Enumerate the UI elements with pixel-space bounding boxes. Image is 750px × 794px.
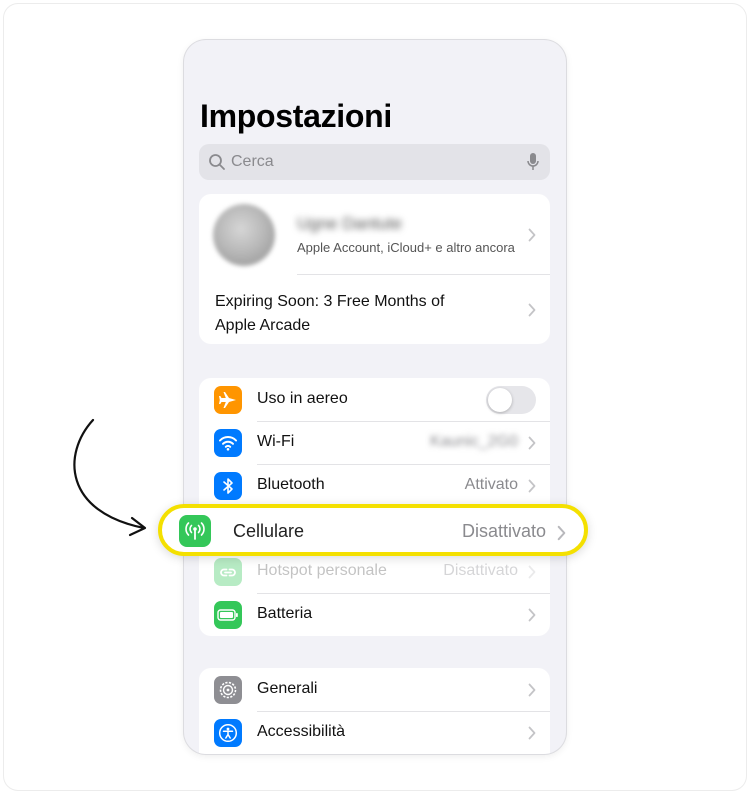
row-label: Generali <box>257 680 318 697</box>
account-card: Ugne Dantute Apple Account, iCloud+ e al… <box>199 194 550 344</box>
row-airplane-mode[interactable]: Uso in aereo <box>199 378 550 421</box>
row-bluetooth[interactable]: Bluetooth Attivato <box>199 464 550 507</box>
row-value: Attivato <box>464 476 518 493</box>
chevron-right-icon <box>528 565 536 579</box>
battery-icon <box>214 601 242 629</box>
page-title: Impostazioni <box>200 98 392 134</box>
search-bar[interactable] <box>199 144 550 180</box>
gear-icon <box>214 676 242 704</box>
cellular-value: Disattivato <box>461 521 546 541</box>
row-battery[interactable]: Batteria <box>199 593 550 636</box>
chevron-right-icon <box>528 479 536 493</box>
row-wifi[interactable]: Wi-Fi Kaunic_2G0 <box>199 421 550 464</box>
row-accessibility[interactable]: Accessibilità <box>199 711 550 754</box>
account-subtitle: Apple Account, iCloud+ e altro ancora <box>297 240 515 255</box>
hotspot-icon <box>214 558 242 586</box>
promo-text: Expiring Soon: 3 Free Months of Apple Ar… <box>215 293 445 334</box>
search-input[interactable] <box>231 153 526 171</box>
row-label: Wi-Fi <box>257 433 295 450</box>
chevron-right-icon <box>528 436 536 450</box>
row-value: Disattivato <box>443 562 518 579</box>
avatar <box>213 204 275 266</box>
microphone-icon[interactable] <box>526 152 540 172</box>
bluetooth-icon <box>214 472 242 500</box>
airplane-icon <box>214 386 242 414</box>
wifi-network-name: Kaunic_2G0 <box>429 433 518 450</box>
cellular-label: Cellulare <box>233 521 305 541</box>
row-label: Accessibilità <box>257 723 346 740</box>
airplane-mode-toggle[interactable] <box>486 386 536 414</box>
curved-arrow-annotation <box>73 418 147 537</box>
chevron-right-icon <box>528 228 536 242</box>
accessibility-icon <box>214 719 242 747</box>
row-personal-hotspot[interactable]: Hotspot personale Disattivato <box>199 550 550 593</box>
row-label: Uso in aereo <box>257 390 348 407</box>
chevron-right-icon <box>557 525 566 541</box>
highlighted-cellular-row[interactable]: Cellulare Disattivato <box>158 504 588 556</box>
antenna-icon <box>179 515 211 547</box>
row-label: Hotspot personale <box>257 562 387 579</box>
row-general[interactable]: Generali <box>199 668 550 711</box>
row-label: Bluetooth <box>257 476 325 493</box>
row-label: Batteria <box>257 605 313 622</box>
chevron-right-icon <box>528 608 536 622</box>
settings-screen: Impostazioni Ugne Dantute Apple Account,… <box>184 40 566 754</box>
general-group: Generali Accessibilità <box>199 668 550 754</box>
search-icon <box>209 154 225 170</box>
account-name: Ugne Dantute <box>297 214 402 233</box>
chevron-right-icon <box>528 683 536 697</box>
chevron-right-icon <box>528 303 536 317</box>
toggle-knob <box>488 388 512 412</box>
divider <box>297 274 550 275</box>
wifi-icon <box>214 429 242 457</box>
chevron-right-icon <box>528 726 536 740</box>
